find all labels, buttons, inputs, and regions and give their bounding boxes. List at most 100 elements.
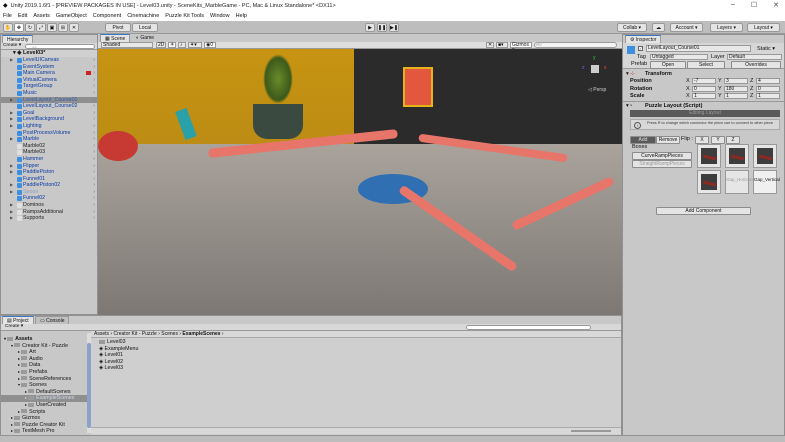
tab-scene[interactable]: ▦ Scene [100, 34, 131, 42]
chevron-right-icon[interactable]: › [93, 57, 95, 64]
hierarchy-item[interactable]: ▶ LevelLayout_Course01 › [1, 96, 97, 104]
add-mode-button[interactable]: Add [630, 136, 656, 144]
object-name-field[interactable]: LevelLayout_Course01 [646, 45, 751, 52]
chevron-right-icon[interactable]: › [93, 110, 95, 117]
piece-tile[interactable] [753, 144, 777, 168]
project-folder[interactable]: ▾ Scenes [1, 382, 87, 389]
expand-arrow-icon[interactable]: ▶ [10, 189, 13, 196]
hierarchy-item[interactable]: Funnel01 › [1, 176, 97, 183]
file-item[interactable]: ◈ Level02 [99, 359, 138, 366]
tools-icon[interactable]: ✕ [486, 42, 494, 48]
minimize-button[interactable]: – [731, 1, 735, 9]
prefab-open-button[interactable]: Open [650, 61, 686, 69]
flip-z-button[interactable]: Z [726, 136, 740, 144]
chevron-right-icon[interactable]: › [93, 83, 95, 90]
file-item[interactable]: ◈ Level01 [99, 352, 138, 359]
hierarchy-item[interactable]: ▶ LevelBackground › [1, 116, 97, 123]
hierarchy-item[interactable]: Funnel02 › [1, 195, 97, 202]
menu-window[interactable]: Window [210, 13, 230, 19]
chevron-right-icon[interactable]: › [93, 116, 95, 123]
menu-assets[interactable]: Assets [33, 13, 50, 19]
chevron-right-icon[interactable]: › [93, 136, 95, 143]
expand-arrow-icon[interactable]: ▶ [10, 136, 13, 143]
chevron-right-icon[interactable]: › [93, 189, 95, 196]
hierarchy-item[interactable]: Main Camera › [1, 70, 97, 77]
expand-arrow-icon[interactable]: ▶ [10, 202, 13, 209]
maximize-button[interactable]: ☐ [751, 1, 757, 9]
tab-console[interactable]: ▭ Console [35, 316, 70, 324]
collab-button[interactable]: Collab ▾ [617, 23, 647, 32]
layers-dropdown[interactable]: Layers ▾ [710, 23, 743, 32]
hierarchy-item[interactable]: ▶ PaddlePiston02 › [1, 182, 97, 189]
curve-ramp-pieces-button[interactable]: CurveRampPieces [632, 152, 692, 160]
chevron-right-icon[interactable]: › [93, 130, 95, 137]
hierarchy-item[interactable]: PostProcessVolume › [1, 130, 97, 137]
project-search-input[interactable] [466, 325, 591, 330]
transform-y-field[interactable]: 3 [724, 78, 748, 84]
play-button[interactable]: ▶ [365, 23, 375, 32]
tab-inspector[interactable]: ⚙ Inspector [625, 35, 662, 43]
add-component-button[interactable]: Add Component [656, 207, 751, 215]
chevron-right-icon[interactable]: › [93, 182, 95, 189]
hierarchy-item[interactable]: VirtualCamera › [1, 77, 97, 84]
hierarchy-item[interactable]: ▶ Supports › [1, 215, 97, 222]
tag-dropdown[interactable]: Untagged [650, 54, 708, 60]
hierarchy-item[interactable]: Marble03 › [1, 149, 97, 156]
zoom-slider[interactable] [571, 430, 611, 432]
chevron-right-icon[interactable]: › [93, 156, 95, 163]
scale-tool-button[interactable]: ⤢ [36, 23, 46, 32]
expand-arrow-icon[interactable]: ▶ [10, 163, 13, 170]
shading-mode-dropdown[interactable]: Shaded [101, 42, 153, 48]
tab-hierarchy[interactable]: Hierarchy [2, 35, 34, 43]
account-dropdown[interactable]: Account ▾ [670, 23, 703, 32]
scene-root[interactable]: ▾ ◈ Level03* [1, 50, 97, 57]
static-toggle[interactable]: Static ▾ [757, 46, 775, 52]
create-dropdown[interactable]: Create ▾ [3, 43, 21, 48]
project-folder[interactable]: ▸ DefaultScenes [1, 389, 87, 396]
hierarchy-item[interactable]: Marble02 › [1, 143, 97, 150]
local-toggle[interactable]: Local [132, 23, 158, 32]
tab-game[interactable]: ◐ Game [132, 34, 159, 42]
hierarchy-item[interactable]: ▶ Dominos › [1, 202, 97, 209]
step-button[interactable]: ▶❚ [389, 23, 399, 32]
project-folder[interactable]: ▸ UserCreated [1, 402, 87, 409]
transform-x-field[interactable]: -7 [692, 78, 716, 84]
close-button[interactable]: ✕ [773, 1, 779, 9]
effects-dropdown[interactable]: ✦▾ [188, 42, 202, 48]
project-folder[interactable]: ▸ TextMesh Pro [1, 428, 87, 435]
transform-y-field[interactable]: 180 [724, 85, 748, 92]
expand-arrow-icon[interactable]: ▶ [10, 182, 13, 189]
chevron-right-icon[interactable]: › [93, 202, 95, 209]
project-folder[interactable]: ▸ Puzzle Creator Kit [1, 422, 87, 429]
camera-dropdown[interactable]: ■▾ [496, 42, 508, 48]
pause-button[interactable]: ❚❚ [377, 23, 387, 32]
menu-edit[interactable]: Edit [18, 13, 27, 19]
chevron-right-icon[interactable]: › [93, 70, 95, 77]
hierarchy-item[interactable]: Hammer › [1, 156, 97, 163]
project-folder[interactable]: ▾ Creator Kit - Puzzle [1, 343, 87, 350]
chevron-right-icon[interactable]: › [93, 176, 95, 183]
move-tool-button[interactable]: ✥ [14, 23, 24, 32]
file-item[interactable]: ◈ Level03 [99, 365, 138, 372]
hierarchy-item[interactable]: ▶ Marble › [1, 136, 97, 143]
layout-dropdown[interactable]: Layout ▾ [747, 23, 780, 32]
hierarchy-item[interactable]: EventSystem › [1, 64, 97, 71]
custom-tool-button[interactable]: ✕ [69, 23, 79, 32]
expand-arrow-icon[interactable]: ▶ [10, 209, 13, 216]
transform-tool-button[interactable]: ⊞ [58, 23, 68, 32]
orientation-gizmo[interactable]: y z x [582, 55, 610, 85]
gap-vertical-tile[interactable]: Gap_Vertical [753, 170, 780, 194]
active-checkbox[interactable]: ✓ [638, 46, 643, 51]
gap-horizontal-tile[interactable]: Gap_Horizontal [725, 170, 757, 194]
expand-arrow-icon[interactable]: ▶ [10, 97, 13, 104]
hierarchy-item[interactable]: ▶ Flipper › [1, 163, 97, 170]
piece-tile[interactable] [725, 144, 749, 168]
hand-tool-button[interactable]: ✋ [3, 23, 13, 32]
transform-z-field[interactable]: 1 [756, 93, 780, 99]
transform-y-field[interactable]: 1 [724, 93, 748, 99]
lighting-toggle[interactable]: ☀ [168, 42, 176, 48]
perspective-label[interactable]: ◁ Persp [588, 87, 606, 93]
menu-cinemachine[interactable]: Cinemachine [127, 13, 159, 19]
chevron-right-icon[interactable]: › [93, 103, 95, 110]
scene-search-input[interactable]: All [534, 42, 617, 48]
